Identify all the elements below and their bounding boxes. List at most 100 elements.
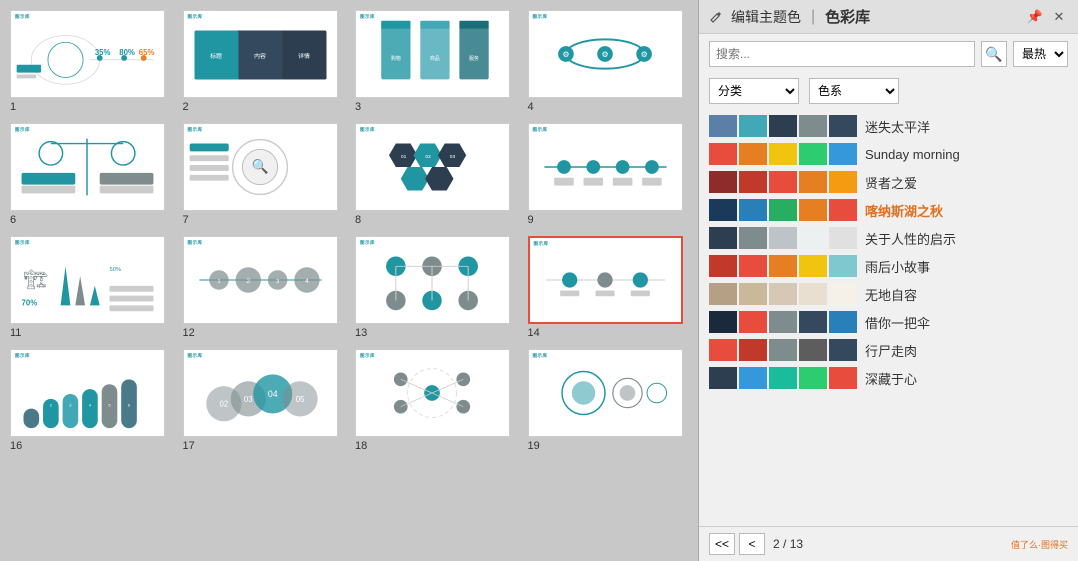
svg-text:03: 03 xyxy=(450,154,456,160)
svg-text:1: 1 xyxy=(30,403,32,408)
slide-number-7: 7 xyxy=(183,214,189,226)
slide-thumb-1[interactable]: 图示库 35% 80% 65% xyxy=(10,10,165,98)
page-info: 2 / 13 xyxy=(773,537,803,551)
page-area: << < 2 / 13 xyxy=(709,533,807,555)
color-row[interactable]: 贤者之爱 xyxy=(699,168,1078,196)
color-row[interactable]: 深藏于心 xyxy=(699,364,1078,392)
slide-thumb-3[interactable]: 图示库 购物 商品 服务 xyxy=(355,10,510,98)
color-row[interactable]: 雨后小故事 xyxy=(699,252,1078,280)
color-swatch xyxy=(799,199,827,221)
panel-header: 编辑主题色 | 色彩库 📌 ✕ xyxy=(699,0,1078,34)
close-button[interactable]: ✕ xyxy=(1050,8,1068,26)
slide-thumb-17[interactable]: 图示库 02 03 04 05 xyxy=(183,349,338,437)
slide-item[interactable]: 图示库 1 2 3 4 5 6 xyxy=(10,349,171,452)
color-swatch xyxy=(769,115,797,137)
slide-thumb-16[interactable]: 图示库 1 2 3 4 5 6 xyxy=(10,349,165,437)
pin-button[interactable]: 📌 xyxy=(1026,8,1044,26)
svg-text:3: 3 xyxy=(69,403,71,408)
sort-select[interactable]: 最热 最新 最多 xyxy=(1013,41,1068,67)
slide-thumb-7[interactable]: 图示库 🔍 xyxy=(183,123,338,211)
slide-item[interactable]: 图示库 🔍 7 xyxy=(183,123,344,226)
slide-thumb-2[interactable]: 图示库 标题 内容 详情 xyxy=(183,10,338,98)
slide-item[interactable]: 图示库 19 xyxy=(528,349,689,452)
slide-thumb-8[interactable]: 图示库 01 02 03 xyxy=(355,123,510,211)
search-input-wrap[interactable] xyxy=(709,41,975,67)
svg-text:04: 04 xyxy=(267,389,277,399)
slide-item[interactable]: 图示库 1 2 3 4 12 xyxy=(183,236,344,339)
slide-thumb-4[interactable]: 图示库 ⚙ ⚙ ⚙ xyxy=(528,10,683,98)
svg-text:2: 2 xyxy=(246,278,250,285)
color-row[interactable]: 行尸走肉 xyxy=(699,336,1078,364)
slide-thumb-13[interactable]: 图示库 xyxy=(355,236,510,324)
panel-edit-label: 编辑主题色 xyxy=(731,7,801,27)
color-swatch xyxy=(829,199,857,221)
slide-item[interactable]: 图示库 购物 商品 服务 3 xyxy=(355,10,516,113)
slide-item[interactable]: 图示库 🏗 70% 50% 11 xyxy=(10,236,171,339)
slide-item[interactable]: 图示库 35% 80% 65% xyxy=(10,10,171,113)
color-swatch xyxy=(799,171,827,193)
svg-text:商品: 商品 xyxy=(430,55,440,62)
color-row[interactable]: 借你一把伞 xyxy=(699,308,1078,336)
slide-thumb-18[interactable]: 图示库 xyxy=(355,349,510,437)
color-swatch xyxy=(739,283,767,305)
slide-item[interactable]: 图示库 9 xyxy=(528,123,689,226)
slide-thumb-9[interactable]: 图示库 xyxy=(528,123,683,211)
slide-item[interactable]: 图示库 标题 内容 详情 2 xyxy=(183,10,344,113)
color-swatch xyxy=(769,339,797,361)
color-swatch xyxy=(829,311,857,333)
search-button[interactable]: 🔍 xyxy=(981,41,1007,67)
slide-content-3: 图示库 购物 商品 服务 xyxy=(356,11,509,97)
svg-text:1: 1 xyxy=(217,279,220,285)
slide-number-14: 14 xyxy=(528,327,540,339)
slide-item[interactable]: 图示库 ⚙ ⚙ ⚙ 4 xyxy=(528,10,689,113)
svg-text:03: 03 xyxy=(243,395,252,404)
color-row[interactable]: Sunday morning xyxy=(699,140,1078,168)
color-row[interactable]: 无地自容 xyxy=(699,280,1078,308)
slide-item[interactable]: 图示库 01 02 03 8 xyxy=(355,123,516,226)
slide-item[interactable]: 图示库 18 xyxy=(355,349,516,452)
color-swatch xyxy=(829,227,857,249)
svg-text:05: 05 xyxy=(295,395,304,404)
color-swatch xyxy=(739,255,767,277)
svg-text:65%: 65% xyxy=(139,48,155,57)
first-page-button[interactable]: << xyxy=(709,533,735,555)
slide-number-3: 3 xyxy=(355,101,361,113)
color-swatch xyxy=(769,311,797,333)
color-row-name: 行尸走肉 xyxy=(865,341,917,360)
slide-number-17: 17 xyxy=(183,440,195,452)
prev-page-button[interactable]: < xyxy=(739,533,765,555)
slide-thumb-11[interactable]: 图示库 🏗 70% 50% xyxy=(10,236,165,324)
slide-thumb-19[interactable]: 图示库 xyxy=(528,349,683,437)
slide-number-12: 12 xyxy=(183,327,195,339)
color-swatch xyxy=(799,115,827,137)
color-row-name: 贤者之爱 xyxy=(865,173,917,192)
color-system-select[interactable]: 色系 全部 xyxy=(809,78,899,104)
slide-panel: 图示库 35% 80% 65% xyxy=(0,0,698,561)
slide-number-4: 4 xyxy=(528,101,534,113)
color-row[interactable]: 喀纳斯湖之秋 xyxy=(699,196,1078,224)
slide-item[interactable]: 图示库 02 03 04 05 17 xyxy=(183,349,344,452)
color-swatch xyxy=(739,115,767,137)
color-row[interactable]: 迷失太平洋 xyxy=(699,112,1078,140)
color-row-name: 关于人性的启示 xyxy=(865,229,956,248)
slide-item[interactable]: 图示库 6 xyxy=(10,123,171,226)
filter-bar: 分类 全部 色系 全部 xyxy=(699,74,1078,108)
slide-content-9: 图示库 xyxy=(529,124,682,210)
slide-item[interactable]: 图示库 14 xyxy=(528,236,689,339)
slide-thumb-14[interactable]: 图示库 xyxy=(528,236,683,324)
color-swatch xyxy=(769,227,797,249)
panel-header-actions: 📌 ✕ xyxy=(1026,8,1068,26)
search-input[interactable] xyxy=(716,47,968,61)
svg-text:服务: 服务 xyxy=(469,55,479,62)
color-row[interactable]: 关于人性的启示 xyxy=(699,224,1078,252)
color-row-name: 迷失太平洋 xyxy=(865,117,930,136)
slide-item[interactable]: 图示库 13 xyxy=(355,236,516,339)
total-pages: 13 xyxy=(790,537,803,551)
slide-number-2: 2 xyxy=(183,101,189,113)
svg-text:2: 2 xyxy=(50,403,52,408)
slide-thumb-12[interactable]: 图示库 1 2 3 4 xyxy=(183,236,338,324)
slide-thumb-6[interactable]: 图示库 xyxy=(10,123,165,211)
color-swatch xyxy=(709,367,737,389)
category-select[interactable]: 分类 全部 xyxy=(709,78,799,104)
color-swatch xyxy=(769,171,797,193)
